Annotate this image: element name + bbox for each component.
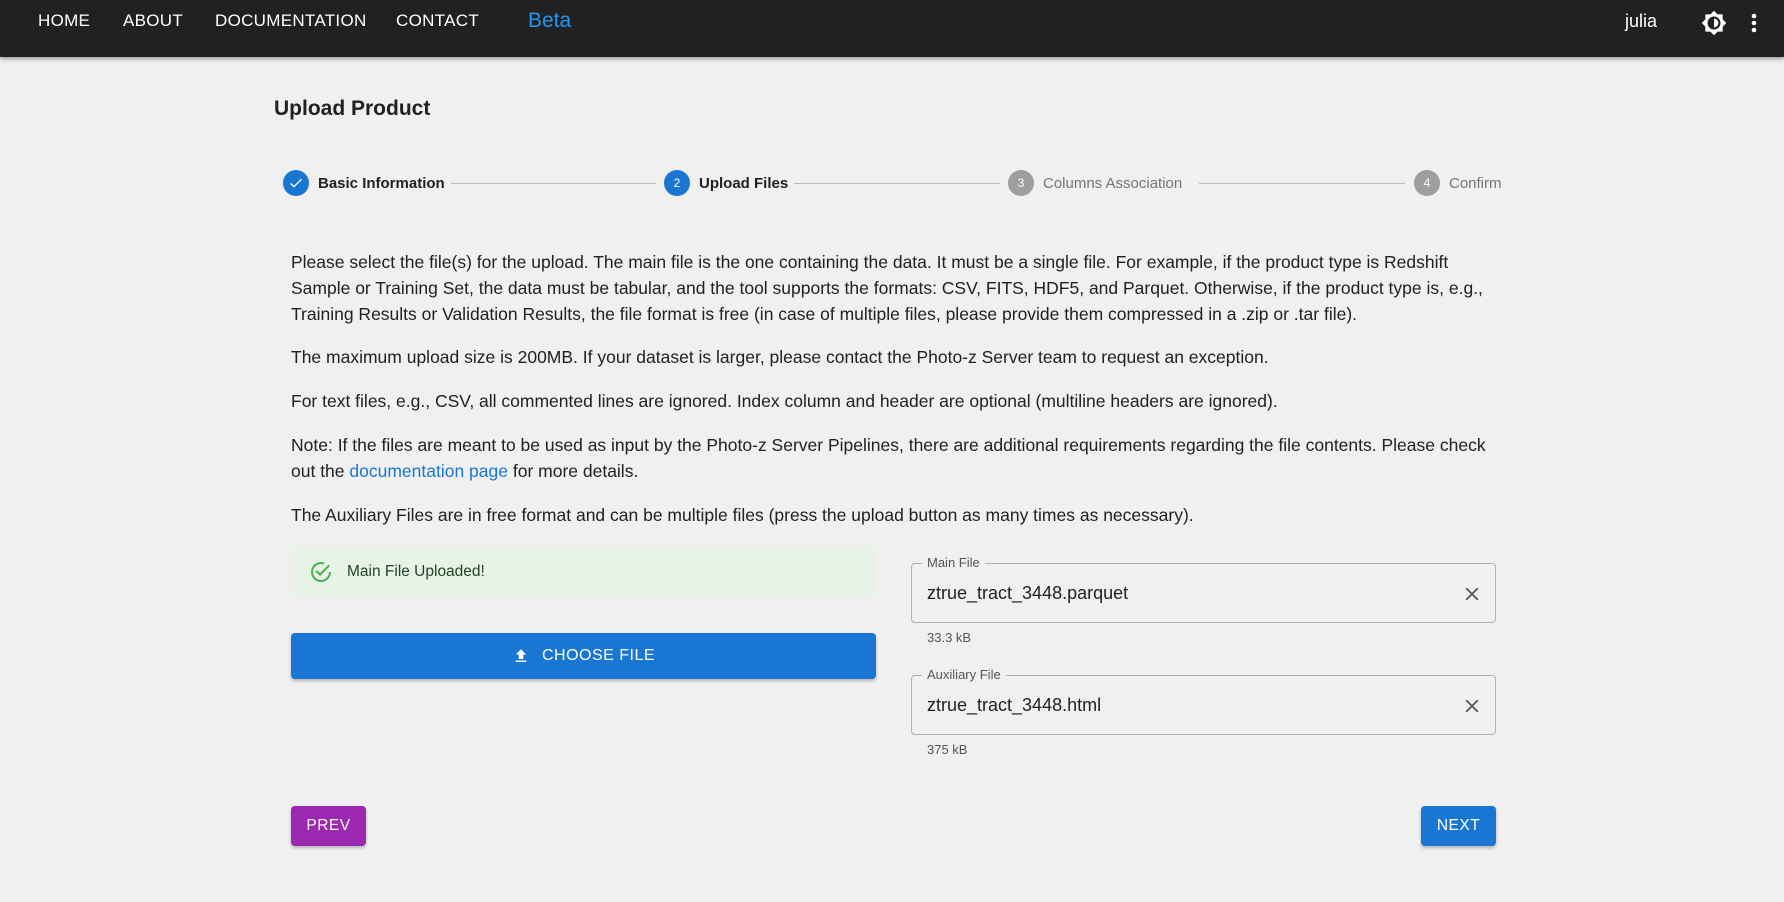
prev-button[interactable]: PREV bbox=[291, 806, 366, 846]
step-label: Basic Information bbox=[318, 174, 445, 192]
upload-icon bbox=[515, 649, 527, 662]
auxiliary-file-value[interactable]: ztrue_tract_3448.html bbox=[927, 695, 1101, 716]
step-number: 4 bbox=[1414, 170, 1440, 196]
nav-about-link[interactable]: ABOUT bbox=[123, 11, 183, 31]
step-number: 3 bbox=[1008, 170, 1034, 196]
note-text-end: for more details. bbox=[507, 461, 639, 481]
auxiliary-file-size: 375 kB bbox=[927, 742, 968, 757]
main-file-label: Main File bbox=[922, 555, 985, 570]
step-connector bbox=[794, 183, 1000, 184]
nav-contact-link[interactable]: CONTACT bbox=[396, 11, 479, 31]
close-icon[interactable] bbox=[1461, 695, 1483, 717]
alert-message: Main File Uploaded! bbox=[347, 562, 485, 580]
step-connector bbox=[451, 183, 656, 184]
close-icon[interactable] bbox=[1461, 583, 1483, 605]
note-paragraph: Note: If the files are meant to be used … bbox=[291, 432, 1501, 484]
auxiliary-file-field[interactable]: Auxiliary File ztrue_tract_3448.html bbox=[911, 667, 1496, 735]
page-title: Upload Product bbox=[274, 97, 431, 120]
beta-label: Beta bbox=[528, 9, 572, 32]
main-file-field[interactable]: Main File ztrue_tract_3448.parquet bbox=[911, 555, 1496, 623]
user-name[interactable]: julia bbox=[1625, 11, 1657, 32]
step-columns-association[interactable]: 3 Columns Association bbox=[1008, 170, 1182, 196]
documentation-link[interactable]: documentation page bbox=[349, 461, 508, 481]
success-alert: Main File Uploaded! bbox=[291, 546, 876, 597]
auxiliary-file-label: Auxiliary File bbox=[922, 667, 1006, 682]
more-vert-icon[interactable] bbox=[1744, 10, 1764, 36]
main-file-value[interactable]: ztrue_tract_3448.parquet bbox=[927, 583, 1128, 604]
nav-home-link[interactable]: HOME bbox=[38, 11, 90, 31]
success-check-icon bbox=[311, 561, 331, 582]
auxiliary-paragraph: The Auxiliary Files are in free format a… bbox=[291, 505, 1194, 525]
app-bar: HOME ABOUT DOCUMENTATION CONTACT Beta ju… bbox=[0, 0, 1784, 57]
step-number: 2 bbox=[664, 170, 690, 196]
upload-limit-paragraph: The maximum upload size is 200MB. If you… bbox=[291, 347, 1269, 367]
step-label: Upload Files bbox=[699, 174, 789, 192]
brightness-icon[interactable] bbox=[1701, 10, 1727, 36]
check-icon bbox=[283, 170, 309, 196]
step-connector bbox=[1199, 183, 1405, 184]
text-files-paragraph: For text files, e.g., CSV, all commented… bbox=[291, 391, 1278, 411]
instructions-paragraph: Please select the file(s) for the upload… bbox=[291, 252, 1483, 324]
choose-file-button[interactable]: CHOOSE FILE bbox=[291, 633, 876, 679]
step-upload-files[interactable]: 2 Upload Files bbox=[664, 170, 788, 196]
main-file-size: 33.3 kB bbox=[927, 630, 972, 645]
choose-file-label: CHOOSE FILE bbox=[541, 647, 656, 664]
next-button[interactable]: NEXT bbox=[1421, 806, 1496, 846]
step-basic-information[interactable]: Basic Information bbox=[283, 170, 445, 196]
step-label: Columns Association bbox=[1043, 174, 1183, 192]
nav-documentation-link[interactable]: DOCUMENTATION bbox=[215, 11, 367, 31]
step-label: Confirm bbox=[1449, 174, 1502, 192]
step-confirm[interactable]: 4 Confirm bbox=[1414, 170, 1502, 196]
